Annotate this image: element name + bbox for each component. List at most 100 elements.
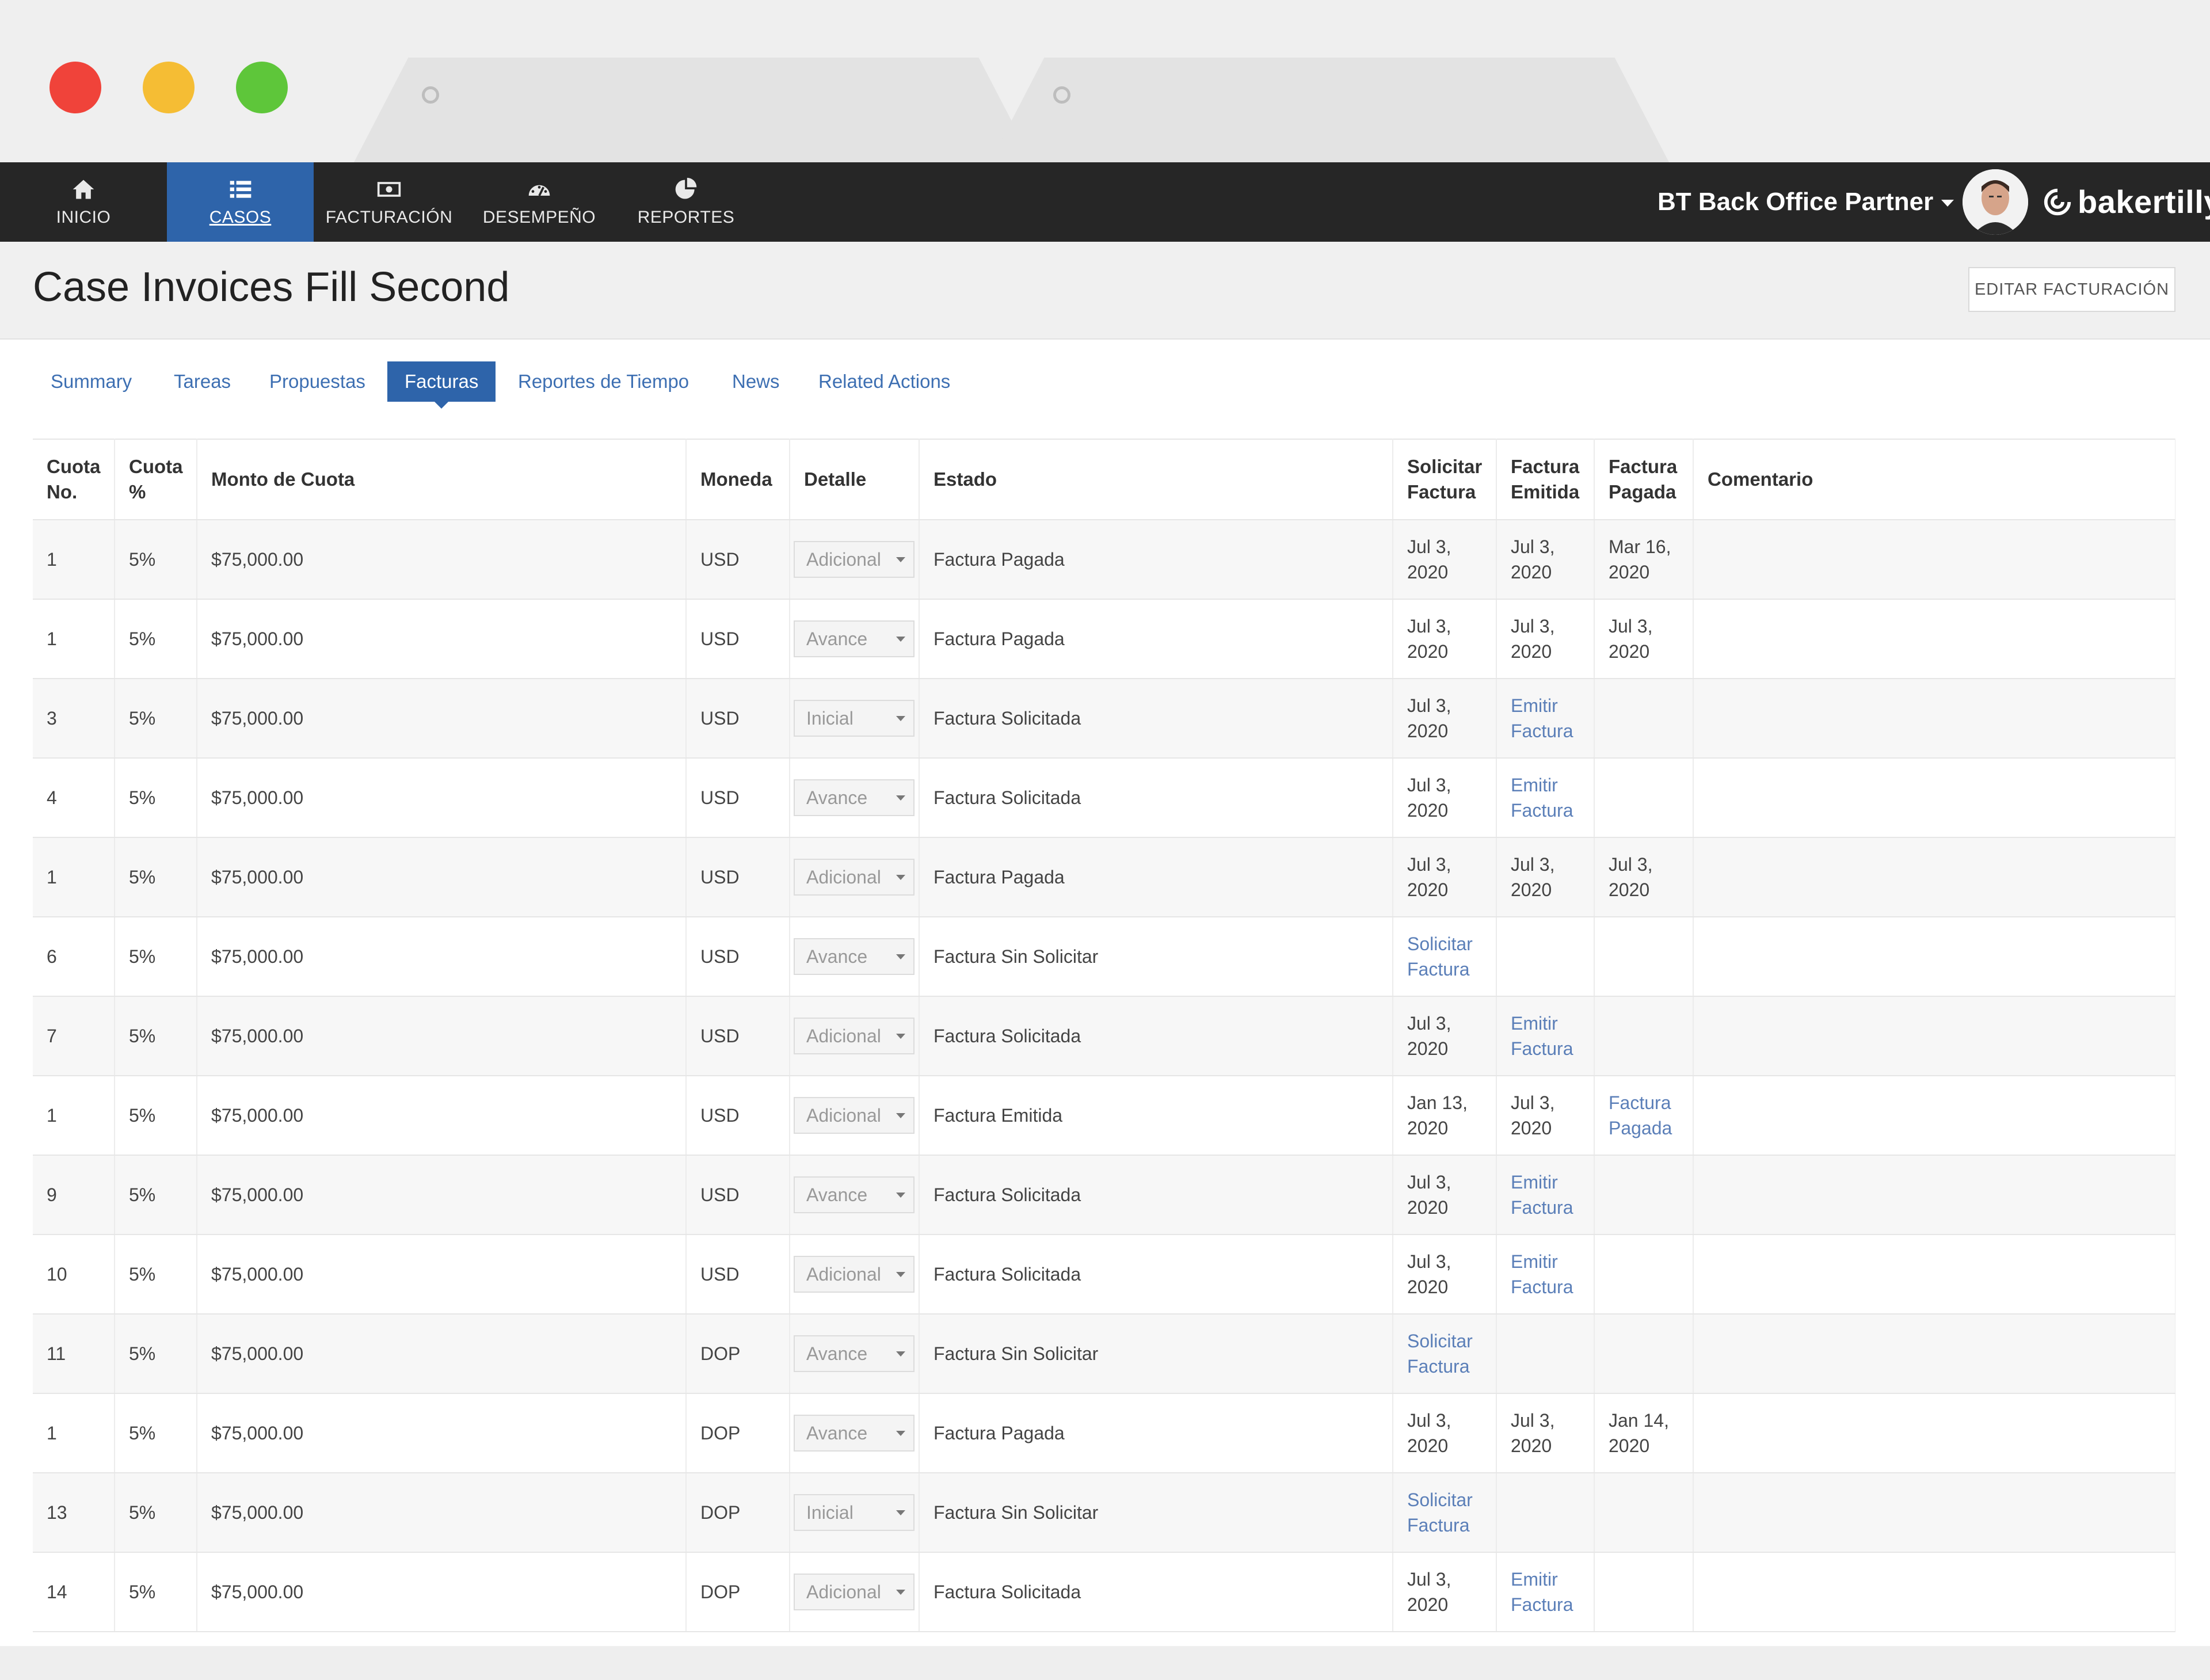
cell-comentario[interactable] <box>1693 1076 2175 1156</box>
detalle-select[interactable]: Adicional <box>794 541 915 578</box>
cell-comentario[interactable] <box>1693 1235 2175 1315</box>
bakertilly-logo-icon <box>2044 188 2071 216</box>
tab-reportes-de-tiempo[interactable]: Reportes de Tiempo <box>501 361 706 402</box>
cell-comentario[interactable] <box>1693 917 2175 997</box>
cell-comentario[interactable] <box>1693 1155 2175 1235</box>
close-window-button[interactable] <box>49 62 101 113</box>
close-tab-icon[interactable] <box>422 86 439 104</box>
cell-pagada-empty <box>1594 1155 1694 1235</box>
detalle-select-value: Avance <box>806 1184 868 1205</box>
col-header-estado[interactable]: Estado <box>919 439 1393 520</box>
nav-item-desempeno[interactable]: DESEMPEÑO <box>464 162 614 242</box>
nav-item-reportes[interactable]: REPORTES <box>614 162 758 242</box>
col-header-monto[interactable]: Monto de Cuota <box>197 439 687 520</box>
top-navbar: INICIO CASOS FACTURACIÓN DESEMPEÑO REPOR… <box>0 162 2210 242</box>
detalle-select[interactable]: Avance <box>794 938 915 975</box>
cell-solicitar-date-line: Jul 3, <box>1407 1013 1451 1034</box>
cell-emitida-date: Jul 3, 2020 <box>1496 837 1595 917</box>
col-header-moneda[interactable]: Moneda <box>686 439 790 520</box>
detalle-select[interactable]: Avance <box>794 1415 915 1452</box>
detalle-select[interactable]: Adicional <box>794 859 915 896</box>
tab-facturas[interactable]: Facturas <box>387 361 496 409</box>
cell-solicitar-date-line: Jul 3, <box>1407 695 1451 716</box>
col-header-pagada[interactable]: Factura Pagada <box>1594 439 1694 520</box>
detalle-select[interactable]: Avance <box>794 1335 915 1372</box>
emitir-factura-link[interactable]: Emitir Factura <box>1496 1552 1595 1632</box>
cell-solicitar-date: Jul 3, 2020 <box>1393 837 1497 917</box>
cell-comentario[interactable] <box>1693 1552 2175 1632</box>
tab-news[interactable]: News <box>715 361 797 402</box>
cell-detalle: Adicional <box>790 837 920 917</box>
cell-detalle: Avance <box>790 1155 920 1235</box>
solicitar-factura-link[interactable]: Solicitar Factura <box>1393 917 1497 997</box>
minimize-window-button[interactable] <box>143 62 195 113</box>
nav-item-inicio[interactable]: INICIO <box>0 162 167 242</box>
cell-comentario[interactable] <box>1693 1314 2175 1394</box>
cell-comentario[interactable] <box>1693 679 2175 759</box>
cell-pagada-date-line: Jan 14, <box>1609 1410 1669 1431</box>
tab-propuestas[interactable]: Propuestas <box>252 361 383 402</box>
emitir-factura-link[interactable]: Emitir Factura <box>1496 1155 1595 1235</box>
tab-summary[interactable]: Summary <box>33 361 149 402</box>
cell-estado: Factura Sin Solicitar <box>919 1314 1393 1394</box>
solicitar-factura-link[interactable]: Solicitar Factura <box>1393 1473 1497 1553</box>
case-subtabs: Summary Tareas Propuestas Facturas Repor… <box>0 361 2210 409</box>
solicitar-factura-link[interactable]: Solicitar Factura <box>1393 1314 1497 1394</box>
detalle-select[interactable]: Adicional <box>794 1097 915 1134</box>
tab-tareas[interactable]: Tareas <box>157 361 248 402</box>
cell-pagada-date-line: Jul 3, <box>1609 616 1653 637</box>
emitir-factura-link[interactable]: Emitir Factura <box>1496 758 1595 838</box>
browser-tab-2[interactable] <box>990 58 1669 162</box>
cell-cuota-no: 1 <box>33 1076 115 1156</box>
maximize-window-button[interactable] <box>236 62 288 113</box>
col-header-emitida[interactable]: Factura Emitida <box>1496 439 1595 520</box>
col-header-cuota-pct[interactable]: Cuota% <box>115 439 197 520</box>
emitir-factura-link-line: Factura <box>1511 800 1573 821</box>
cell-pagada-empty <box>1594 917 1694 997</box>
cell-emitida-date: Jul 3, 2020 <box>1496 1076 1595 1156</box>
detalle-select[interactable]: Adicional <box>794 1256 915 1293</box>
cell-solicitar-date: Jul 3, 2020 <box>1393 1155 1497 1235</box>
cell-cuota-no: 10 <box>33 1235 115 1315</box>
edit-billing-button[interactable]: EDITAR FACTURACIÓN <box>1968 267 2175 312</box>
detalle-select[interactable]: Adicional <box>794 1574 915 1610</box>
emitir-factura-link[interactable]: Emitir Factura <box>1496 996 1595 1076</box>
nav-item-casos[interactable]: CASOS <box>167 162 314 242</box>
table-row: 9 5% $75,000.00 USD Avance Factura Solicitada… <box>33 1155 2175 1235</box>
user-menu-label: BT Back Office Partner <box>1658 188 1934 216</box>
detalle-select[interactable]: Avance <box>794 1176 915 1213</box>
cell-comentario[interactable] <box>1693 520 2175 600</box>
detalle-select[interactable]: Avance <box>794 620 915 657</box>
nav-item-facturacion[interactable]: FACTURACIÓN <box>314 162 464 242</box>
col-header-detalle[interactable]: Detalle <box>790 439 920 520</box>
detalle-select[interactable]: Adicional <box>794 1018 915 1054</box>
browser-tab-1[interactable] <box>354 58 1033 162</box>
cell-solicitar-date-line: 2020 <box>1407 1435 1449 1456</box>
avatar[interactable] <box>1963 169 2028 235</box>
cell-pagada-date: Jan 14, 2020 <box>1594 1393 1694 1473</box>
cell-comentario[interactable] <box>1693 1393 2175 1473</box>
tab-related-actions[interactable]: Related Actions <box>801 361 967 402</box>
bottom-strip <box>0 1646 2210 1680</box>
factura-pagada-link[interactable]: Factura Pagada <box>1594 1076 1694 1156</box>
col-header-comentario[interactable]: Comentario <box>1693 439 2175 520</box>
emitir-factura-link[interactable]: Emitir Factura <box>1496 1235 1595 1315</box>
user-menu[interactable]: BT Back Office Partner <box>1658 162 1954 242</box>
col-header-cuota-no[interactable]: Cuota No. <box>33 439 115 520</box>
caret-down-icon <box>1941 200 1954 207</box>
chevron-down-icon <box>896 557 905 562</box>
detalle-select[interactable]: Inicial <box>794 1494 915 1531</box>
emitir-factura-link-line: Emitir <box>1511 1569 1558 1590</box>
detalle-select[interactable]: Avance <box>794 779 915 816</box>
cell-comentario[interactable] <box>1693 1473 2175 1553</box>
emitir-factura-link[interactable]: Emitir Factura <box>1496 679 1595 759</box>
cell-comentario[interactable] <box>1693 758 2175 838</box>
col-header-solicitar[interactable]: Solicitar Factura <box>1393 439 1497 520</box>
cell-comentario[interactable] <box>1693 996 2175 1076</box>
detalle-select[interactable]: Inicial <box>794 700 915 737</box>
cell-comentario[interactable] <box>1693 599 2175 679</box>
close-tab-icon[interactable] <box>1053 86 1070 104</box>
cell-comentario[interactable] <box>1693 837 2175 917</box>
cell-cuota-no: 7 <box>33 996 115 1076</box>
cell-estado: Factura Pagada <box>919 599 1393 679</box>
